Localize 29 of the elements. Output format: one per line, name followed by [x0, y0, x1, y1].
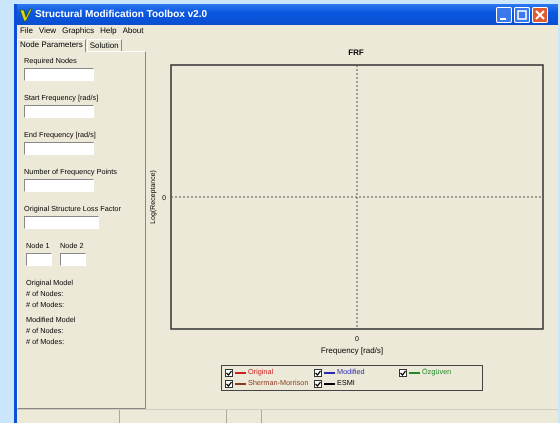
input-field[interactable] [60, 253, 86, 266]
checkbox[interactable] [225, 380, 233, 388]
tab[interactable]: Solution [86, 39, 122, 52]
menu-item[interactable]: Help [97, 25, 120, 38]
menu-item[interactable]: File [17, 25, 36, 38]
checkbox[interactable] [314, 380, 322, 388]
chart-title: FRF [348, 48, 364, 58]
input-field[interactable] [24, 142, 94, 156]
input-field[interactable] [24, 216, 99, 230]
menu-item[interactable]: About [120, 25, 146, 38]
window-title: Structural Modification Toolbox v2.0 [35, 8, 208, 22]
close-button[interactable] [532, 6, 548, 23]
maximize-icon [515, 8, 529, 22]
minimize-icon [500, 18, 506, 20]
input-field[interactable] [26, 253, 52, 266]
minimize-button[interactable] [496, 6, 512, 23]
tab[interactable]: Node Parameters [17, 39, 86, 52]
checkbox[interactable] [399, 368, 407, 377]
checkbox[interactable] [314, 368, 322, 377]
close-icon [533, 8, 547, 22]
input-field[interactable] [24, 179, 94, 192]
menu-item[interactable]: View [36, 25, 60, 38]
x-axis-label: Frequency [rad/s] [320, 345, 384, 358]
checkbox[interactable] [225, 368, 233, 377]
input-field[interactable] [24, 105, 94, 118]
menu-item[interactable]: Graphics [59, 25, 98, 38]
maximize-button[interactable] [514, 6, 530, 23]
app-icon [19, 8, 33, 22]
input-field[interactable] [24, 68, 94, 82]
